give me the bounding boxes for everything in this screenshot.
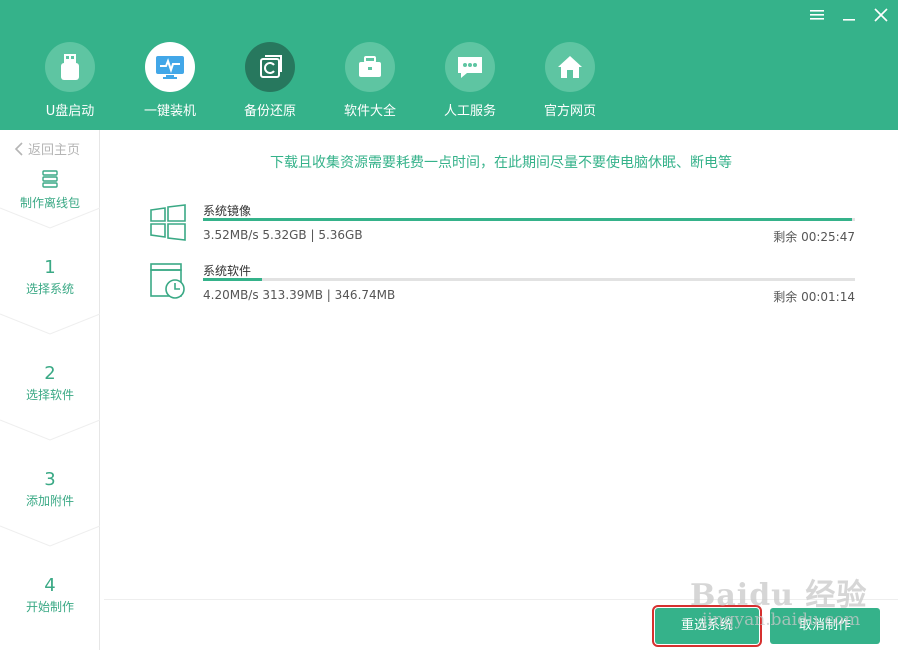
minimize-icon[interactable] bbox=[840, 8, 858, 26]
nav-one-click-install[interactable]: 一键装机 bbox=[120, 42, 220, 119]
download-remaining: 剩余 00:25:47 bbox=[773, 230, 855, 244]
download-remaining: 剩余 00:01:14 bbox=[773, 290, 855, 304]
nav-software[interactable]: 软件大全 bbox=[320, 42, 420, 119]
nav-label: 软件大全 bbox=[343, 104, 396, 119]
home-icon bbox=[545, 42, 595, 92]
download-name: 系统软件 bbox=[203, 264, 252, 278]
nav-label: U盘启动 bbox=[45, 104, 95, 119]
windows-icon bbox=[148, 202, 188, 242]
usb-icon bbox=[45, 42, 95, 92]
nav-support[interactable]: 人工服务 bbox=[420, 42, 520, 119]
nav-label: 备份还原 bbox=[243, 104, 296, 119]
app-header: U盘启动 一键装机 备份还原 软件大全 人工服务 官方网页 bbox=[0, 0, 898, 130]
download-name: 系统镜像 bbox=[203, 204, 252, 218]
monitor-icon bbox=[145, 42, 195, 92]
nav-label: 官方网页 bbox=[543, 104, 596, 119]
reselect-system-button[interactable]: 重选系统 bbox=[652, 605, 762, 647]
progress-fill bbox=[203, 278, 262, 281]
software-clock-icon bbox=[148, 262, 188, 302]
download-notice: 下载且收集资源需要耗费一点时间，在此期间尽量不要使电脑休眠、断电等 bbox=[270, 155, 732, 171]
step-sidebar: 返回主页 制作离线包 1 选择系统 2 选择软件 3 添加附件 4 开始制作 bbox=[0, 130, 100, 650]
progress-fill bbox=[203, 218, 852, 221]
nav-label: 人工服务 bbox=[443, 104, 496, 119]
step-separators bbox=[0, 207, 100, 547]
download-stats: 3.52MB/s 5.32GB | 5.36GB bbox=[203, 228, 363, 242]
main-nav: U盘启动 一键装机 备份还原 软件大全 人工服务 官方网页 bbox=[20, 42, 620, 119]
download-row-system-image: 系统镜像 3.52MB/s 5.32GB | 5.36GB 剩余 00:25:4… bbox=[148, 202, 858, 252]
chat-icon bbox=[445, 42, 495, 92]
window-controls bbox=[808, 8, 890, 26]
progress-track bbox=[203, 278, 855, 281]
cancel-making-button[interactable]: 取消制作 bbox=[770, 608, 880, 644]
nav-official-site[interactable]: 官方网页 bbox=[520, 42, 620, 119]
download-row-system-software: 系统软件 4.20MB/s 313.39MB | 346.74MB 剩余 00:… bbox=[148, 262, 858, 312]
footer-divider bbox=[104, 599, 898, 600]
backup-icon bbox=[245, 42, 295, 92]
nav-label: 一键装机 bbox=[143, 104, 196, 119]
menu-icon[interactable] bbox=[808, 8, 826, 26]
nav-usb-boot[interactable]: U盘启动 bbox=[20, 42, 120, 119]
close-icon[interactable] bbox=[872, 8, 890, 26]
progress-track bbox=[203, 218, 855, 221]
briefcase-icon bbox=[345, 42, 395, 92]
nav-backup-restore[interactable]: 备份还原 bbox=[220, 42, 320, 119]
download-stats: 4.20MB/s 313.39MB | 346.74MB bbox=[203, 288, 396, 302]
